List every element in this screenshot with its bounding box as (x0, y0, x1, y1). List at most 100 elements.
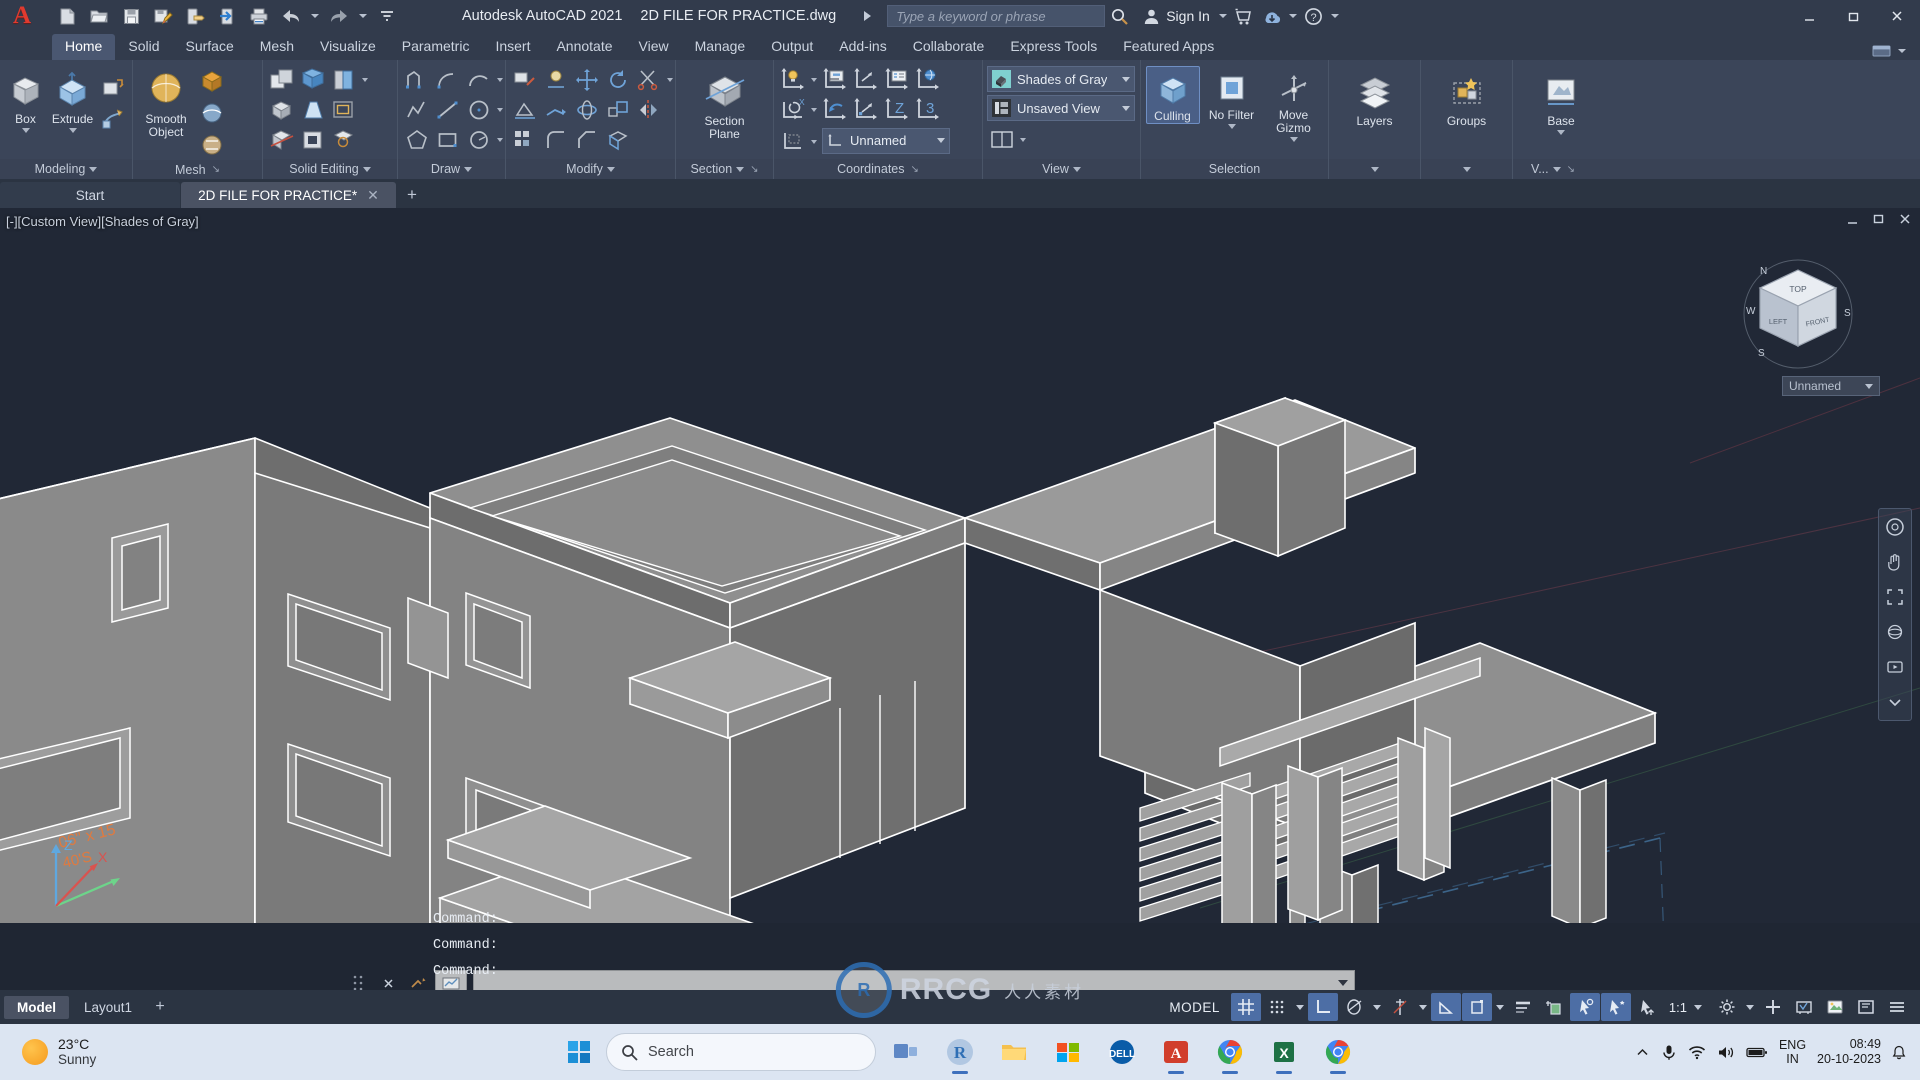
intersect-tool[interactable] (329, 65, 359, 95)
ucs-manager-tool[interactable] (882, 65, 912, 95)
annotation-scale-control[interactable]: 1:1 (1663, 1000, 1711, 1015)
extrude-faces-tool[interactable] (267, 95, 297, 125)
viewcube-ucs-combo[interactable]: Unnamed (1782, 376, 1880, 396)
new-drawing-tab-button[interactable]: + (397, 182, 427, 208)
slice-tool[interactable] (267, 125, 297, 155)
panel-coordinates-label[interactable]: Coordinates ↘ (774, 159, 982, 179)
tab-mesh[interactable]: Mesh (247, 34, 307, 60)
polar-tracking-caret-icon[interactable] (1372, 1004, 1381, 1010)
undo-dropdown-caret[interactable] (311, 14, 319, 18)
tab-express-tools[interactable]: Express Tools (997, 34, 1110, 60)
panel-view-base-label[interactable]: V... ↘ (1513, 159, 1920, 179)
polyline2-tool[interactable] (402, 95, 432, 125)
viewport-close-icon[interactable] (1898, 212, 1912, 229)
lineweight-toggle[interactable] (1508, 993, 1538, 1021)
autocad-taskbar-icon-2[interactable]: A (1152, 1029, 1200, 1075)
panel-view-base-launcher-icon[interactable]: ↘ (1567, 164, 1575, 175)
autocad-logo-icon[interactable]: A (0, 0, 44, 32)
sweep-tool[interactable] (98, 104, 128, 134)
clock-widget[interactable]: 08:49 20-10-2023 (1817, 1037, 1881, 1067)
isolate-objects-icon[interactable] (1820, 993, 1850, 1021)
autocad-taskbar-icon-1[interactable]: R (936, 1029, 984, 1075)
move-gizmo-caret[interactable] (1289, 137, 1298, 142)
move-tool[interactable] (572, 65, 602, 95)
model-space-label[interactable]: MODEL (1159, 1000, 1230, 1015)
save-to-web-icon[interactable] (212, 2, 242, 30)
workspace-switch-icon[interactable] (1867, 42, 1914, 60)
drawing-canvas[interactable]: 06" x 15 40'S [-][Custom View][Shades of… (0, 208, 1920, 990)
tab-output[interactable]: Output (758, 34, 826, 60)
panel-view-label[interactable]: View (983, 159, 1140, 179)
hardware-acceleration-icon[interactable] (1789, 993, 1819, 1021)
base-view-tool[interactable]: Base (1527, 70, 1595, 135)
mesh-smooth-less-tool[interactable] (197, 130, 227, 160)
object-snap-tracking-caret-icon[interactable] (1418, 1004, 1427, 1010)
minimize-button[interactable] (1788, 0, 1830, 32)
ucs-x-rotate-caret[interactable] (811, 108, 817, 112)
autodesk-app-store-icon[interactable] (1230, 3, 1258, 29)
polyline-tool[interactable] (402, 65, 432, 95)
customize-qat-icon[interactable] (372, 2, 402, 30)
3d-scale-tool[interactable] (603, 95, 633, 125)
orbit-icon[interactable] (1881, 618, 1909, 646)
ortho-mode-toggle[interactable] (1307, 993, 1338, 1021)
viewport-label[interactable]: [-][Custom View][Shades of Gray] (6, 214, 199, 229)
taper-faces-tool[interactable] (298, 95, 328, 125)
3d-align-tool[interactable] (510, 95, 540, 125)
layers-tool[interactable]: Layers (1340, 70, 1410, 128)
volume-icon[interactable] (1717, 1045, 1735, 1060)
presspull-tool[interactable] (98, 72, 128, 102)
file-explorer-icon[interactable] (990, 1029, 1038, 1075)
panel-mesh-label[interactable]: Mesh ↘ (133, 160, 262, 179)
file-tab-close-icon[interactable]: ✕ (367, 187, 379, 204)
base-view-caret[interactable] (1557, 130, 1565, 135)
panel-layers-caret-icon[interactable] (1370, 166, 1379, 172)
3d-mirror-tool[interactable] (634, 95, 664, 125)
wifi-icon[interactable] (1688, 1045, 1706, 1060)
panel-coordinates-dialog-launcher-icon[interactable]: ↘ (911, 164, 919, 175)
circle-dropdown-caret[interactable] (497, 108, 503, 112)
tab-insert[interactable]: Insert (482, 34, 543, 60)
mesh-smooth-more-tool[interactable] (197, 98, 227, 128)
imprint-tool[interactable] (329, 125, 359, 155)
ucs-world-tool[interactable] (778, 65, 808, 95)
panel-modify-caret-icon[interactable] (606, 166, 615, 172)
named-view-combo[interactable]: Unsaved View (987, 95, 1135, 121)
title-expand-arrow[interactable] (864, 11, 872, 21)
tab-surface[interactable]: Surface (173, 34, 247, 60)
named-view-caret-icon[interactable] (1122, 105, 1130, 111)
object-snap-tracking-toggle[interactable] (1385, 993, 1415, 1021)
steering-wheel-icon[interactable] (1881, 513, 1909, 541)
groups-tool[interactable]: Groups (1432, 70, 1502, 128)
panel-groups-label[interactable] (1421, 159, 1512, 179)
ucs-3point-tool[interactable] (541, 65, 571, 95)
panel-view-caret-icon[interactable] (1072, 166, 1081, 172)
panel-section-dialog-launcher-icon[interactable]: ↘ (750, 164, 758, 175)
ucs-world-globe-tool[interactable] (913, 65, 943, 95)
union-tool[interactable] (267, 65, 297, 95)
culling-toggle[interactable]: Culling (1145, 66, 1200, 124)
ellipse-dropdown-caret[interactable] (497, 138, 503, 142)
extrude-dropdown-caret[interactable] (68, 128, 77, 133)
panel-modify-label[interactable]: Modify (506, 159, 675, 179)
tab-featured-apps[interactable]: Featured Apps (1110, 34, 1227, 60)
zoom-extents-icon[interactable] (1881, 583, 1909, 611)
show-hidden-icons-icon[interactable] (1635, 1045, 1650, 1060)
ucs-icon-toggle[interactable] (778, 127, 808, 157)
extrude-tool[interactable]: Extrude (51, 68, 94, 133)
clean-screen-icon[interactable] (1851, 993, 1881, 1021)
redo-dropdown-caret[interactable] (359, 14, 367, 18)
extract-edges-tool[interactable] (603, 125, 633, 155)
redo-icon[interactable] (324, 2, 354, 30)
chrome-taskbar-icon-1[interactable] (1206, 1029, 1254, 1075)
panel-draw-caret-icon[interactable] (464, 166, 473, 172)
help-icon[interactable]: ? (1300, 3, 1328, 29)
stay-connected-icon[interactable] (1258, 3, 1286, 29)
3d-array-tool[interactable] (510, 125, 540, 155)
task-view-icon[interactable] (882, 1029, 930, 1075)
language-indicator[interactable]: ENG IN (1779, 1038, 1806, 1066)
ucs-icon-caret[interactable] (811, 140, 817, 144)
chamfer-edge-tool[interactable] (572, 125, 602, 155)
polar-tracking-toggle[interactable] (1339, 993, 1369, 1021)
ucs-3point-coord-tool[interactable] (851, 65, 881, 95)
